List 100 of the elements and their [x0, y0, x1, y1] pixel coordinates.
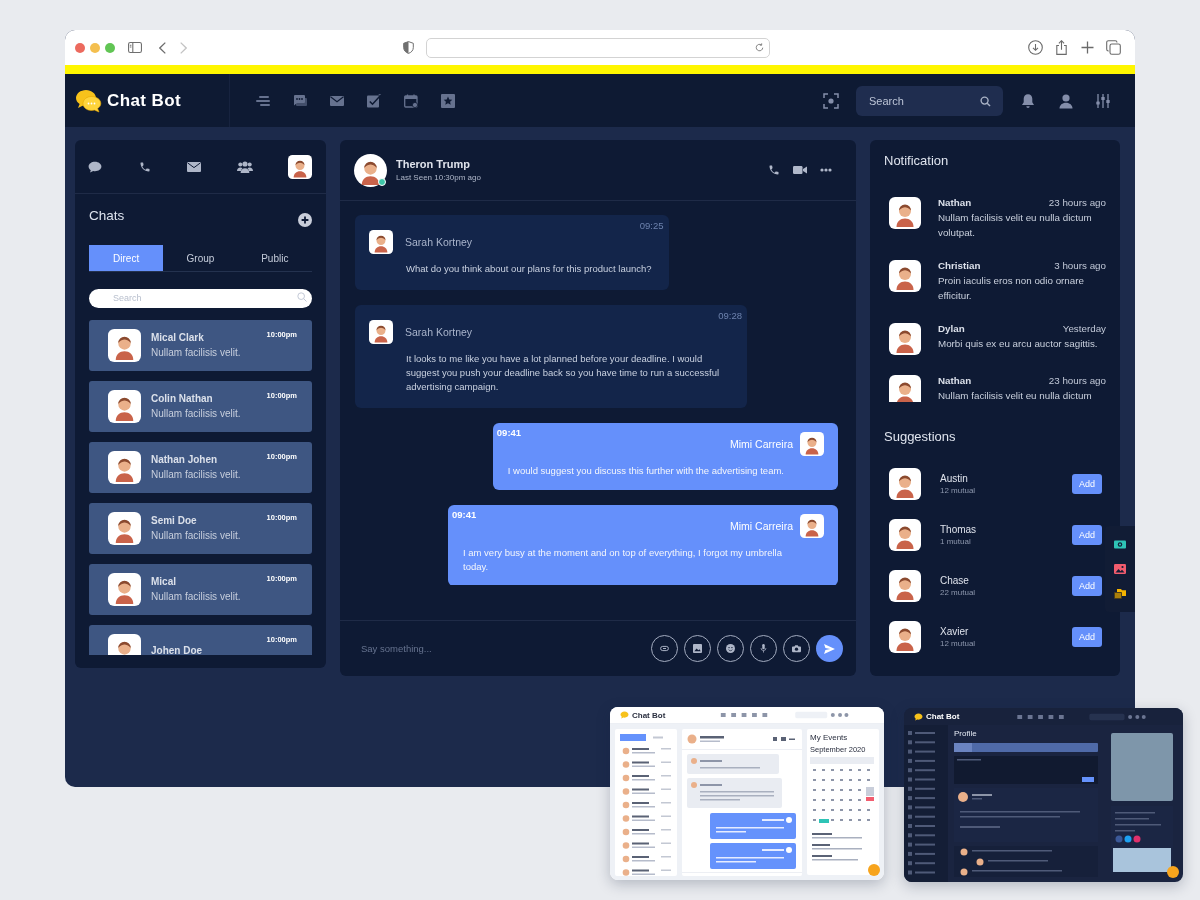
message-text: I am very busy at the moment and on top of everything, I forgot my umbrella today. [462, 546, 783, 574]
add-circle-icon[interactable] [298, 213, 312, 227]
notification-text: Morbi quis ex eu arcu auctor sagittis. [938, 337, 1099, 351]
search-field[interactable]: Search [856, 85, 1003, 116]
back-icon[interactable] [159, 41, 166, 54]
avatar-icon [889, 197, 921, 229]
avatar-icon [889, 570, 921, 602]
calendar-icon[interactable] [404, 93, 418, 108]
section-title: Notification [883, 152, 950, 169]
avatar-icon [108, 573, 141, 606]
menu-icon[interactable] [256, 93, 270, 108]
group-icon[interactable] [236, 160, 253, 173]
microphone-icon [759, 644, 768, 653]
avatar-icon [800, 432, 824, 456]
section-title: Suggestions [883, 428, 957, 445]
notification-time: 23 hours ago [1048, 374, 1106, 388]
shield-icon[interactable] [403, 41, 414, 54]
paper-plane-icon [824, 643, 835, 654]
notification-sender: Christian [938, 259, 981, 273]
reload-icon[interactable] [755, 43, 764, 52]
mutual-friends-count: 12 mutual [940, 486, 976, 495]
notification-sender: Nathan [938, 196, 972, 210]
message-input[interactable]: Say something... [361, 643, 651, 654]
notification-sender: Dylan [938, 322, 965, 336]
message-text: It looks to me like you have a lot planned before your deadline. I would suggest you push your deadline back so you have time to run a successful advertising campaign. [405, 352, 721, 394]
message-time: 09:25 [639, 220, 664, 232]
contact-name: Semi Doe [151, 514, 198, 528]
avatar-icon [354, 153, 387, 187]
video-camera-icon[interactable] [793, 165, 807, 175]
chat-icon[interactable] [293, 93, 307, 108]
message-time: 09:41 [496, 427, 522, 439]
message-text: I would suggest you discuss this further with the advertising team. [506, 464, 785, 478]
tabs-icon[interactable] [1106, 40, 1121, 55]
preview-logo-text: Chat Bot [632, 710, 666, 720]
phone-icon[interactable] [768, 164, 780, 176]
bell-icon[interactable] [1020, 92, 1036, 109]
image-icon [693, 644, 702, 653]
chat-filter-tab[interactable]: Public [237, 245, 312, 271]
new-tab-icon[interactable] [1080, 40, 1095, 55]
camera-icon [792, 644, 801, 653]
close-window-icon[interactable] [75, 42, 85, 53]
download-icon[interactable] [1028, 40, 1043, 55]
photo-placeholder [1111, 733, 1173, 801]
star-icon[interactable] [441, 93, 455, 108]
mail-icon[interactable] [330, 93, 344, 108]
notification-time: 23 hours ago [1048, 196, 1106, 210]
chat-bubble-icon [620, 711, 629, 719]
suggested-person-name: Austin [940, 473, 969, 484]
avatar-icon [369, 230, 393, 254]
avatar-icon [889, 323, 921, 355]
chat-filter-tab[interactable]: Group [163, 245, 238, 271]
sender-name: Sarah Kortney [405, 236, 473, 248]
checkbox-icon[interactable] [367, 93, 381, 108]
user-icon[interactable] [1058, 92, 1074, 109]
avatar-icon [108, 451, 141, 484]
sender-name: Sarah Kortney [405, 326, 473, 338]
avatar-icon [108, 329, 141, 362]
events-title: My Events [810, 733, 849, 742]
folder-icon[interactable] [1114, 588, 1126, 599]
search-icon[interactable] [980, 95, 991, 107]
page-title: Profile [954, 729, 978, 738]
link-icon [660, 644, 669, 653]
message-time: 09:41 [452, 509, 477, 521]
search-field[interactable]: Search [89, 288, 312, 308]
notification-text: Nullam facilisis velit eu nulla dictum volutpat. [938, 211, 1093, 240]
mail-icon[interactable] [187, 160, 201, 173]
chat-icon[interactable] [88, 160, 102, 173]
notification-text: Nullam facilisis velit eu nulla dictum [938, 389, 1093, 402]
message-preview: Nullam facilisis velit. [151, 529, 242, 543]
avatar-icon [889, 519, 921, 551]
address-field[interactable] [426, 37, 770, 58]
mutual-friends-count: 1 mutual [940, 537, 972, 546]
more-icon[interactable] [820, 168, 832, 172]
chats-title: Chats [89, 207, 125, 225]
mutual-friends-count: 22 mutual [940, 588, 976, 597]
message-preview: Nullam facilisis velit. [151, 407, 242, 421]
sliders-icon[interactable] [1095, 92, 1111, 109]
message-time: 09:28 [718, 310, 742, 322]
share-icon[interactable] [1054, 40, 1069, 55]
message-text: What do you think about our plans for this product launch? [405, 262, 653, 276]
suggested-person-name: Xavier [940, 626, 970, 637]
contact-name: Mical [151, 575, 177, 589]
sender-name: Mimi Carreira [730, 438, 793, 450]
contact-name: Nathan Johen [151, 453, 219, 467]
sidebar-icon[interactable] [128, 42, 142, 53]
focus-icon[interactable] [823, 92, 839, 109]
camera-icon[interactable] [1114, 539, 1126, 550]
avatar-icon [108, 390, 141, 423]
last-seen-text: Last Seen 10:30pm ago [396, 173, 481, 182]
contact-name: Johen Doe [151, 643, 204, 655]
image-icon[interactable] [1114, 564, 1126, 574]
send-button[interactable] [816, 635, 843, 662]
smiley-icon [726, 644, 735, 653]
message-preview: Nullam facilisis velit. [151, 590, 242, 604]
sender-name: Mimi Carreira [730, 520, 793, 532]
avatar-icon [889, 621, 921, 653]
contact-name: Theron Trump [396, 158, 471, 170]
notification-text: Proin iaculis eros non odio ornare efficitur. [938, 274, 1085, 303]
avatar-icon [889, 375, 921, 402]
chat-bubble-icon [914, 712, 923, 721]
